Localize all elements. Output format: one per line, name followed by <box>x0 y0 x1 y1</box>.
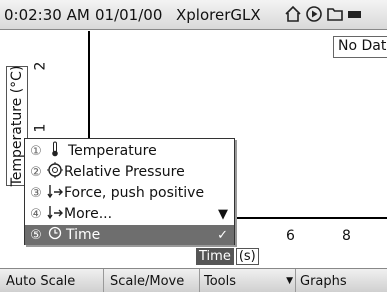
battery-icon <box>347 5 361 27</box>
pressure-gauge-icon <box>47 162 63 182</box>
checkmark-icon: ✓ <box>217 227 228 243</box>
force-icon <box>47 204 63 224</box>
menu-item-number: ③ <box>30 185 42 201</box>
home-icon[interactable] <box>284 5 302 27</box>
y-axis-label: Temperature (°C) <box>9 65 25 187</box>
x-axis-unit: (s) <box>235 248 259 265</box>
y-tick-label: 2 <box>32 61 49 71</box>
menu-item-force[interactable]: ③ Force, push positive <box>25 183 234 203</box>
measurement-menu: ① Temperature ② Relative Pressure ③ Forc… <box>24 138 235 245</box>
menu-item-temperature[interactable]: ① Temperature <box>25 141 234 161</box>
menu-item-more[interactable]: ④ More... ▼ <box>25 204 234 224</box>
menu-item-number: ⑤ <box>30 227 42 243</box>
menu-item-relative-pressure[interactable]: ② Relative Pressure <box>25 162 234 182</box>
menu-item-number: ① <box>30 143 42 159</box>
play-icon[interactable] <box>305 5 323 27</box>
thermometer-icon <box>47 141 63 161</box>
x-tick-label: 8 <box>342 228 351 244</box>
x-axis-measurement-selector[interactable]: Time (s) <box>196 248 259 265</box>
graphs-label: Graphs <box>300 273 347 289</box>
auto-scale-button[interactable]: Auto Scale <box>0 269 104 292</box>
menu-item-number: ④ <box>30 206 42 222</box>
menu-item-time[interactable]: ⑤ Time ✓ <box>25 225 234 245</box>
bottom-toolbar: Auto Scale Scale/Move Tools ▼ Graphs <box>0 268 387 292</box>
menu-item-number: ② <box>30 164 42 180</box>
menu-item-label: Force, push positive <box>64 185 205 201</box>
scale-move-button[interactable]: Scale/Move <box>104 269 200 292</box>
x-axis-line <box>230 217 387 219</box>
no-data-indicator: No Data <box>333 36 387 58</box>
menu-item-label: More... <box>64 206 113 222</box>
date-readout: 01/01/00 <box>95 6 163 24</box>
menu-item-label: Relative Pressure <box>64 164 185 180</box>
auto-scale-label: Auto Scale <box>6 273 76 289</box>
force-icon <box>47 183 63 203</box>
x-tick-label: 6 <box>286 228 295 244</box>
graphs-menu-button[interactable]: Graphs <box>296 269 387 292</box>
status-icons <box>284 5 361 27</box>
y-tick-label: 1 <box>32 123 49 133</box>
x-axis-label: Time <box>196 248 234 265</box>
dropdown-caret-icon: ▼ <box>286 276 293 286</box>
scale-move-label: Scale/Move <box>110 273 185 289</box>
device-name: XplorerGLX <box>176 6 261 24</box>
tools-label: Tools <box>204 273 237 289</box>
status-bar: 0:02:30 AM 01/01/00 XplorerGLX <box>0 0 387 30</box>
menu-item-label: Time <box>66 227 101 243</box>
menu-item-label: Temperature <box>68 143 157 159</box>
tools-menu-button[interactable]: Tools ▼ <box>200 269 296 292</box>
clock-icon <box>47 226 63 244</box>
clock-readout: 0:02:30 AM <box>4 6 90 24</box>
folder-icon[interactable] <box>326 5 344 27</box>
submenu-arrow-icon: ▼ <box>218 206 228 222</box>
